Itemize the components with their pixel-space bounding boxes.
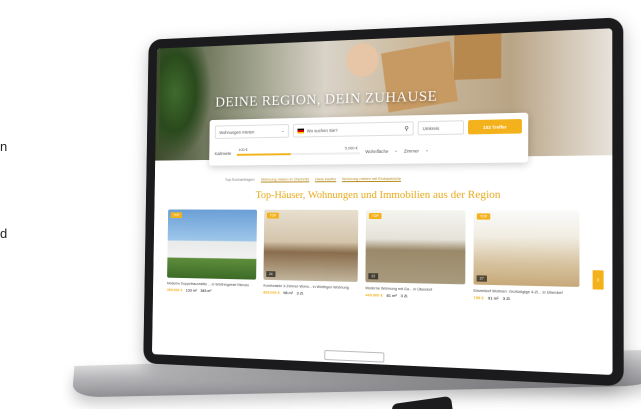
listing-plot: 383 m² [200,287,212,294]
search-row-filters: Kaltmiete 100 € 5.000 € Wohnfläche ⌄ Zim… [215,142,522,160]
listing-price: 449.000 € [365,292,383,298]
rooms-select[interactable]: Zimmer [404,148,419,153]
top-badge: TOP [476,213,491,220]
listing-rooms: 3 Zi. [502,295,511,302]
chevron-right-icon: › [596,276,600,284]
listing-area: 91 m² [487,295,499,301]
chevron-down-icon: ⌄ [281,128,285,133]
top-badge: TOP [368,212,382,220]
property-type-value: Wohnungen mieten [219,129,255,135]
location-placeholder: Wo suchen Sie? [306,127,338,133]
top-search-links: Top-Suchanfragen: Wohnung mieten in Chemn… [225,176,407,182]
listing-card[interactable]: TOP 24 Komfortable 3-Zimmer-Wohn... in Wör… [263,209,359,297]
listing-rooms: 3 Zi. [296,290,304,296]
search-panel: Wohnungen mieten ⌄ Wo suchen Sie? ⚲ Umkr… [209,112,529,166]
website-viewport: DEINE REGION, DEIN ZUHAUSE Wohnungen mie… [151,28,613,375]
moving-box-image [454,33,502,80]
chevron-down-icon: ⌄ [394,147,398,153]
search-link[interactable]: Wohnung mieten in Chemnitz [261,176,310,181]
search-link[interactable]: Haus kaufen [315,176,336,181]
listing-photo[interactable]: TOP [167,209,257,280]
photo-counter: 24 [266,271,276,278]
listing-meta: 449.000 €81 m² 3 Zi. [365,292,465,300]
listing-photo[interactable]: TOP 27 [473,210,580,287]
listing-card[interactable]: TOP 27 Einzeldorf Wohnen: Großzügige 4-Zi.… [473,210,580,303]
listing-card[interactable]: TOP 22 Moderne Wohnung mit Ga... in Überdo… [365,209,466,300]
listing-card[interactable]: TOP Moderne Doppelhaushälfte ... in Wörth… [167,209,257,294]
listing-area: 133 m² [185,287,197,293]
german-flag-icon [297,128,305,134]
search-row-main: Wohnungen mieten ⌄ Wo suchen Sie? ⚲ Umkr… [214,118,522,139]
chevron-down-icon: ⌄ [424,147,429,153]
listing-cards: TOP Moderne Doppelhaushälfte ... in Wörth… [167,209,580,302]
links-label: Top-Suchanfragen: [224,176,256,182]
cropped-side-text-1: n [0,139,8,154]
price-slider[interactable]: 100 € 5.000 € [236,145,360,157]
location-input[interactable]: Wo suchen Sie? ⚲ [292,121,414,138]
laptop-foot [391,395,453,409]
radius-value: Umkreis [422,125,440,131]
listing-meta: 399.000 €133 m² 383 m² [167,287,256,294]
photo-counter: 22 [368,273,379,280]
price-max-label: 5.000 € [344,145,358,151]
carousel-next-button[interactable]: › [592,270,604,290]
price-label: Kaltmiete [214,150,232,156]
laptop-mockup: DEINE REGION, DEIN ZUHAUSE Wohnungen mie… [52,8,641,409]
listing-price: 799 € [473,294,484,301]
more-listings-button[interactable] [324,349,385,363]
listing-meta: 799 €91 m² 3 Zi. [473,295,579,303]
listing-rooms: 3 Zi. [400,293,409,299]
price-min-label: 100 € [238,147,248,152]
submit-label: 103 Treffer [483,123,507,130]
laptop-screen: DEINE REGION, DEIN ZUHAUSE Wohnungen mie… [143,17,624,387]
search-submit-button[interactable]: 103 Treffer [467,118,522,135]
cropped-side-text-2: d [0,226,8,241]
listing-photo[interactable]: TOP 22 [365,209,466,285]
listing-photo[interactable]: TOP 24 [263,209,359,282]
listing-area: 81 m² [386,292,397,299]
listing-price: 399.000 € [166,287,183,293]
location-pin-icon: ⚲ [404,125,409,133]
radius-select[interactable]: Umkreis [417,120,464,136]
property-type-select[interactable]: Wohnungen mieten ⌄ [214,124,290,139]
marketing-stage: n d DEINE REGION, DEIN ZUHAUSE Wohnungen… [0,0,641,409]
section-title: Top-Häuser, Wohnungen und Immobilien aus… [255,188,501,202]
search-link[interactable]: Wohnung mieten mit Einbauküche [342,176,401,181]
listing-price: 899.000 € [263,289,280,295]
listing-area: 98 m² [283,290,293,296]
photo-counter: 27 [476,275,487,282]
top-badge: TOP [266,212,280,219]
slider-fill [236,153,291,156]
top-badge: TOP [170,212,183,219]
listing-meta: 899.000 €98 m² 3 Zi. [263,290,357,297]
area-select[interactable]: Wohnfläche [365,148,388,153]
child-image [346,42,380,78]
plant-image [158,46,213,161]
